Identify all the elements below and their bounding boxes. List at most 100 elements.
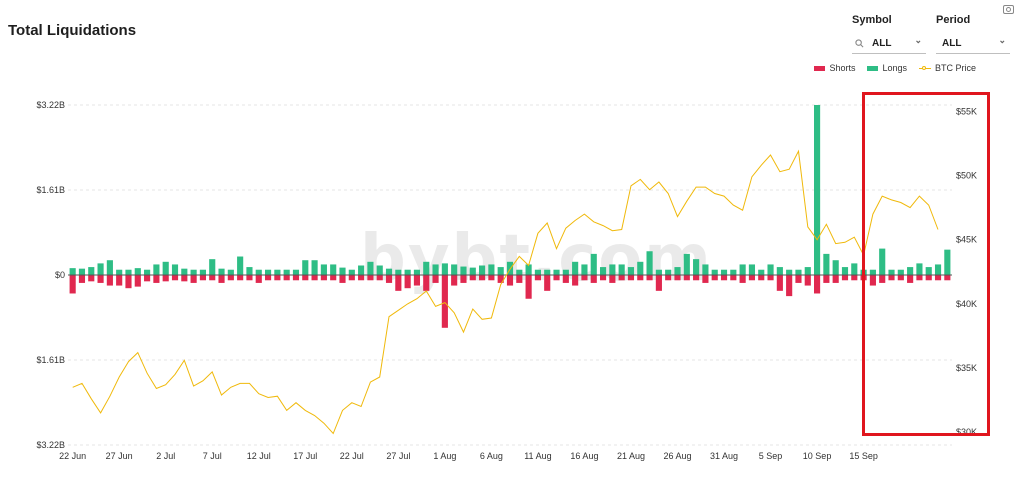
short-bar [209,275,216,281]
long-bar [795,269,802,275]
long-bar [209,259,216,275]
short-bar [562,275,569,283]
long-bar [767,264,774,275]
long-bar [599,267,607,275]
long-bar [339,267,346,275]
long-bar [320,264,327,275]
short-bar [637,275,644,281]
long-bar [674,267,681,275]
long-bar [330,264,337,275]
long-bar [562,269,569,275]
short-bar [609,275,616,283]
short-bar [395,275,402,291]
short-bar [330,275,337,281]
x-axis-tick: 16 Aug [570,451,598,461]
short-bar [665,275,672,281]
highlight-box [862,92,990,436]
long-bar [69,268,76,275]
long-bar [460,266,467,275]
x-axis-tick: 2 Jul [156,451,175,461]
short-bar [413,275,421,286]
long-bar [264,269,272,275]
short-bar [804,275,811,286]
long-bar [171,264,179,275]
long-bar [693,259,700,275]
short-bar [469,275,476,281]
long-bar [841,267,849,275]
long-bar [702,264,709,275]
short-bar [730,275,737,281]
short-bar [218,275,225,283]
short-bar [674,275,681,281]
long-bar [479,265,486,275]
long-bar [432,264,439,275]
short-bar [134,275,141,287]
long-bar [292,269,300,275]
long-bar [544,269,551,275]
long-bar [637,261,644,275]
short-bar [544,275,551,291]
short-bar [181,275,188,282]
long-bar [246,267,253,275]
short-bar [451,275,458,286]
x-axis-tick: 1 Aug [433,451,456,461]
long-bar [181,268,188,275]
long-bar [125,269,132,275]
short-bar [162,275,169,282]
long-bar [190,269,197,275]
short-bar [116,275,123,286]
short-bar [581,275,588,281]
long-bar [534,269,541,275]
long-bar [311,260,318,275]
long-bar [302,260,309,275]
short-bar [599,275,607,281]
long-bar [441,263,448,275]
long-bar [581,264,588,275]
short-bar [348,275,355,281]
short-bar [404,275,411,289]
short-bar [693,275,700,281]
x-axis-tick: 27 Jul [386,451,410,461]
short-bar [292,275,300,281]
long-bar [739,264,746,275]
long-bar [376,265,383,275]
long-bar [748,264,756,275]
short-bar [832,275,839,283]
short-bar [627,275,635,281]
short-bar [88,275,95,282]
short-bar [553,275,560,281]
long-bar [348,269,355,275]
long-bar [646,251,653,275]
long-bar [78,268,86,275]
long-bar [162,261,169,275]
short-bar [460,275,467,283]
long-bar [720,269,728,275]
short-bar [479,275,486,281]
left-axis-tick: $0 [55,270,65,280]
long-bar [627,267,635,275]
long-bar [590,253,597,275]
short-bar [814,275,821,294]
short-bar [823,275,830,283]
short-bar [153,275,160,283]
short-bar [739,275,746,283]
long-bar [786,269,793,275]
long-bar [88,267,95,275]
short-bar [367,275,374,281]
short-bar [590,275,597,283]
long-bar [823,253,830,275]
long-bar [153,264,160,275]
left-axis-tick: $3.22B [36,440,65,450]
short-bar [237,275,244,281]
short-bar [144,275,151,282]
short-bar [441,275,448,328]
x-axis-tick: 21 Aug [617,451,645,461]
long-bar [488,264,495,275]
long-bar [758,269,765,275]
short-bar [246,275,253,281]
short-bar [506,275,514,286]
long-bar [804,267,811,275]
x-axis-tick: 22 Jun [59,451,86,461]
long-bar [413,269,421,275]
short-bar [125,275,132,289]
